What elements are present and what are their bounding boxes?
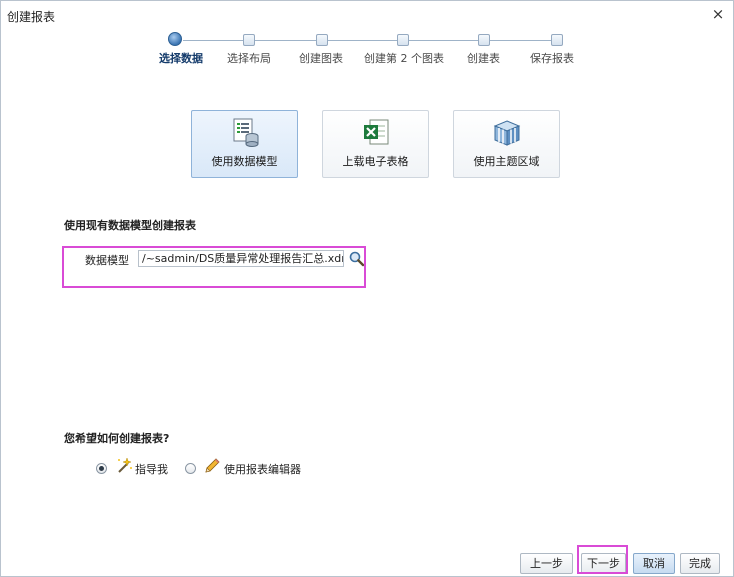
step-6-indicator	[551, 34, 563, 46]
subject-area-icon	[493, 120, 521, 146]
search-icon[interactable]	[348, 250, 365, 267]
step-5-indicator	[478, 34, 490, 46]
step-2-indicator	[243, 34, 255, 46]
step-label-create-table: 创建表	[467, 52, 500, 65]
dialog-titlebar: 创建报表 ×	[1, 1, 733, 29]
data-model-field-label: 数据模型	[85, 254, 129, 267]
train-connector	[183, 40, 557, 41]
step-1-indicator	[168, 32, 182, 46]
data-model-path-input[interactable]: /~sadmin/DS质量异常处理报告汇总.xdm	[138, 250, 344, 267]
step-label-create-second-chart: 创建第 2 个图表	[364, 52, 444, 65]
wizard-train: 选择数据 选择布局 创建图表 创建第 2 个图表 创建表 保存报表	[1, 31, 733, 71]
upload-spreadsheet-label: 上载电子表格	[342, 155, 409, 168]
next-button[interactable]: 下一步	[581, 553, 626, 574]
guide-me-label[interactable]: 指导我	[135, 461, 168, 477]
step-label-select-data: 选择数据	[159, 52, 203, 65]
report-editor-radio[interactable]	[185, 463, 196, 474]
finish-button[interactable]: 完成	[680, 553, 720, 574]
use-data-model-label: 使用数据模型	[211, 155, 278, 168]
back-button[interactable]: 上一步	[520, 553, 573, 574]
close-icon[interactable]: ×	[709, 5, 727, 23]
step-label-create-chart: 创建图表	[299, 52, 343, 65]
pencil-icon	[205, 458, 220, 473]
spreadsheet-icon	[364, 119, 389, 145]
magic-wand-icon	[118, 457, 132, 473]
cancel-button[interactable]: 取消	[633, 553, 675, 574]
report-editor-label[interactable]: 使用报表编辑器	[224, 461, 301, 477]
step-label-save-report: 保存报表	[530, 52, 574, 65]
data-model-icon	[233, 118, 259, 147]
create-mode-question: 您希望如何创建报表?	[64, 432, 170, 445]
step-label-select-layout: 选择布局	[227, 52, 271, 65]
guide-me-radio[interactable]	[96, 463, 107, 474]
data-model-section-title: 使用现有数据模型创建报表	[64, 219, 196, 232]
step-3-indicator	[316, 34, 328, 46]
use-data-model-button[interactable]: 使用数据模型	[191, 110, 298, 178]
use-subject-area-button[interactable]: 使用主题区域	[453, 110, 560, 178]
upload-spreadsheet-button[interactable]: 上载电子表格	[322, 110, 429, 178]
use-subject-area-label: 使用主题区域	[473, 155, 540, 168]
step-4-indicator	[397, 34, 409, 46]
create-report-dialog: 创建报表 × 选择数据 选择布局 创建图表 创建第 2 个图表 创建表 保存报表	[0, 0, 734, 577]
dialog-title: 创建报表	[7, 10, 56, 24]
